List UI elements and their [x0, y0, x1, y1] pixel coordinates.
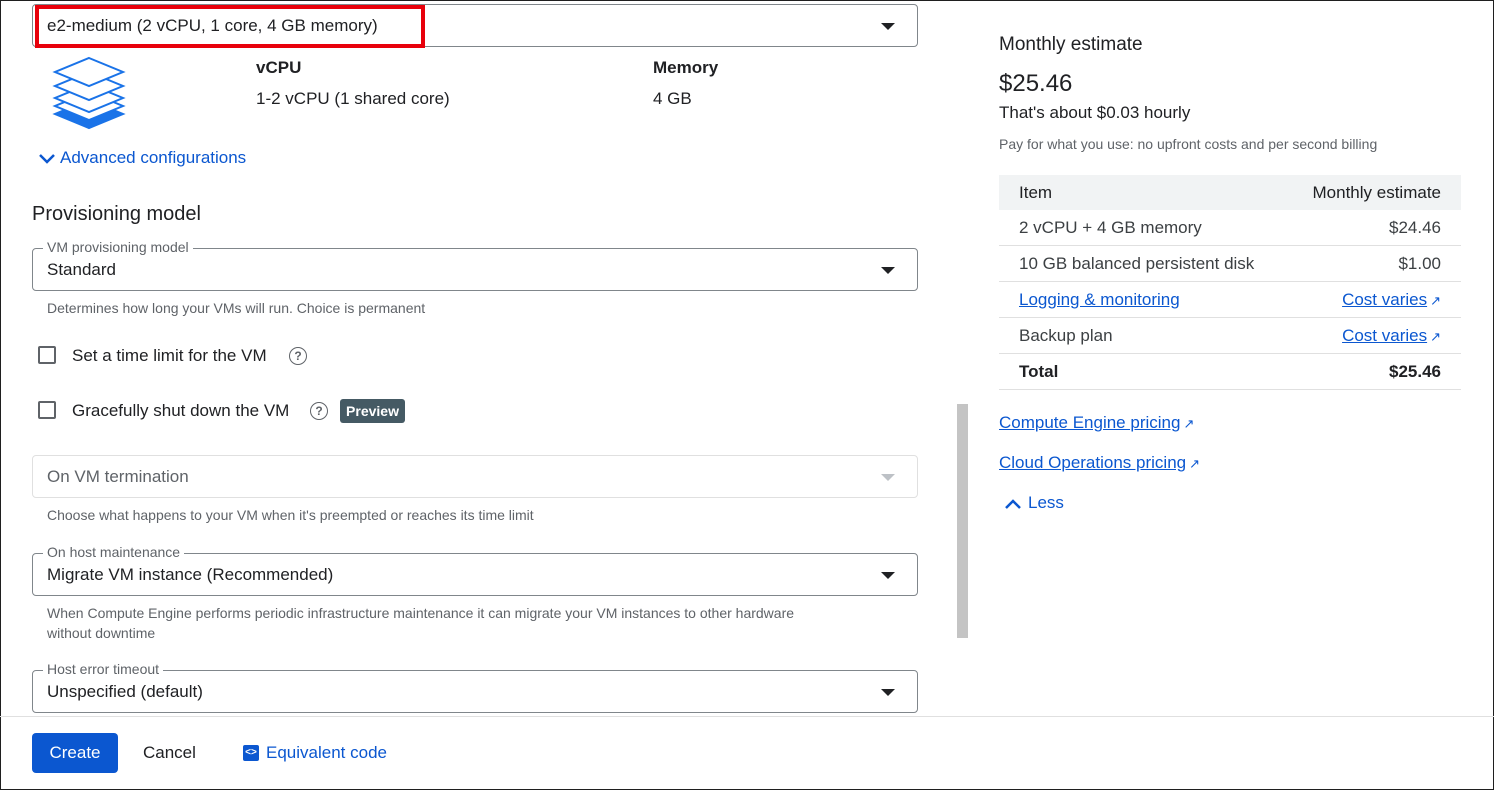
logging-monitoring-label[interactable]: Logging & monitoring — [1019, 290, 1180, 309]
row-value: $24.46 — [1285, 210, 1461, 246]
termination-hint: Choose what happens to your VM when it's… — [47, 507, 534, 523]
col-item: Item — [999, 175, 1286, 210]
time-limit-checkbox[interactable] — [38, 346, 56, 364]
dropdown-arrow-icon — [881, 23, 895, 30]
external-link-icon: ↗ — [1183, 416, 1195, 431]
cloud-operations-pricing-label[interactable]: Cloud Operations pricing — [999, 453, 1186, 472]
code-icon: <> — [243, 745, 259, 761]
advanced-configurations-link[interactable]: Advanced configurations — [38, 148, 246, 168]
host-maintenance-hint: When Compute Engine performs periodic in… — [47, 605, 795, 621]
cost-varies-label[interactable]: Cost varies — [1342, 326, 1427, 345]
cloud-operations-pricing-link[interactable]: Cloud Operations pricing ↗ — [999, 453, 1200, 473]
machine-stack-icon — [52, 56, 126, 130]
footer-divider — [0, 716, 1494, 717]
external-link-icon: ↗ — [1430, 328, 1441, 344]
host-maintenance-label: On host maintenance — [43, 544, 185, 560]
equivalent-code-button[interactable]: Equivalent code — [266, 743, 387, 763]
row-item: 10 GB balanced persistent disk — [999, 245, 1286, 282]
cost-varies-label[interactable]: Cost varies — [1342, 290, 1427, 309]
less-label: Less — [1028, 493, 1064, 512]
row-item: 2 vCPU + 4 GB memory — [999, 210, 1286, 246]
vm-termination-value: On VM termination — [47, 467, 189, 486]
dropdown-arrow-icon — [881, 689, 895, 696]
total-value: $25.46 — [1285, 353, 1461, 390]
cost-varies-link[interactable]: Cost varies ↗ — [1285, 317, 1461, 354]
chevron-up-icon — [1005, 498, 1021, 509]
cost-varies-link[interactable]: Cost varies ↗ — [1285, 281, 1461, 318]
row-value: $1.00 — [1285, 245, 1461, 282]
highlight-box — [35, 5, 425, 48]
dropdown-arrow-icon — [881, 474, 895, 481]
vm-provisioning-model-label: VM provisioning model — [43, 239, 193, 255]
memory-header: Memory — [653, 58, 719, 77]
preview-badge: Preview — [340, 399, 405, 423]
less-toggle[interactable]: Less — [1004, 493, 1064, 513]
table-row: 10 GB balanced persistent disk $1.00 — [999, 245, 1461, 282]
table-row-total: Total $25.46 — [999, 353, 1461, 390]
estimate-table: Item Monthly estimate 2 vCPU + 4 GB memo… — [999, 175, 1461, 390]
col-monthly-estimate: Monthly estimate — [1285, 175, 1461, 210]
cancel-button[interactable]: Cancel — [143, 743, 196, 763]
compute-engine-pricing-label[interactable]: Compute Engine pricing — [999, 413, 1180, 432]
vcpu-header: vCPU — [256, 58, 302, 77]
provisioning-title: Provisioning model — [32, 203, 201, 225]
dropdown-arrow-icon — [881, 572, 895, 579]
dropdown-arrow-icon — [881, 267, 895, 274]
host-error-timeout-value: Unspecified (default) — [47, 682, 203, 701]
table-header-row: Item Monthly estimate — [999, 175, 1461, 210]
estimate-price: $25.46 — [999, 70, 1073, 97]
graceful-shutdown-label: Gracefully shut down the VM — [72, 401, 290, 420]
help-icon[interactable]: ? — [289, 347, 307, 365]
host-maintenance-select[interactable]: On host maintenance Migrate VM instance … — [32, 544, 918, 596]
external-link-icon: ↗ — [1189, 456, 1201, 471]
row-item: Backup plan — [999, 317, 1286, 354]
compute-engine-pricing-link[interactable]: Compute Engine pricing ↗ — [999, 413, 1194, 433]
host-maintenance-hint-2: without downtime — [47, 625, 156, 641]
total-label: Total — [999, 353, 1286, 390]
logging-monitoring-link[interactable]: Logging & monitoring — [999, 281, 1286, 318]
vm-provisioning-model-value: Standard — [47, 260, 116, 279]
provisioning-hint: Determines how long your VMs will run. C… — [47, 300, 426, 316]
scrollbar-thumb[interactable] — [957, 404, 968, 638]
memory-value: 4 GB — [653, 89, 692, 108]
table-row: Logging & monitoring Cost varies ↗ — [999, 281, 1461, 318]
chevron-down-icon — [39, 153, 55, 164]
vcpu-value: 1-2 vCPU (1 shared core) — [256, 89, 450, 108]
estimate-note: Pay for what you use: no upfront costs a… — [999, 136, 1378, 152]
graceful-shutdown-checkbox[interactable] — [38, 401, 56, 419]
host-error-timeout-label: Host error timeout — [43, 661, 164, 677]
vm-provisioning-model-select[interactable]: VM provisioning model Standard — [32, 239, 918, 291]
vm-termination-select: On VM termination — [32, 455, 918, 498]
host-maintenance-value: Migrate VM instance (Recommended) — [47, 565, 334, 584]
external-link-icon: ↗ — [1430, 292, 1441, 308]
table-row: 2 vCPU + 4 GB memory $24.46 — [999, 210, 1461, 246]
help-icon[interactable]: ? — [310, 402, 328, 420]
table-row: Backup plan Cost varies ↗ — [999, 317, 1461, 354]
estimate-hourly: That's about $0.03 hourly — [999, 103, 1191, 122]
estimate-title: Monthly estimate — [999, 34, 1143, 55]
time-limit-label: Set a time limit for the VM — [72, 346, 267, 365]
advanced-configurations-label: Advanced configurations — [60, 148, 247, 167]
host-error-timeout-select[interactable]: Host error timeout Unspecified (default) — [32, 661, 918, 713]
create-button[interactable]: Create — [32, 733, 118, 773]
